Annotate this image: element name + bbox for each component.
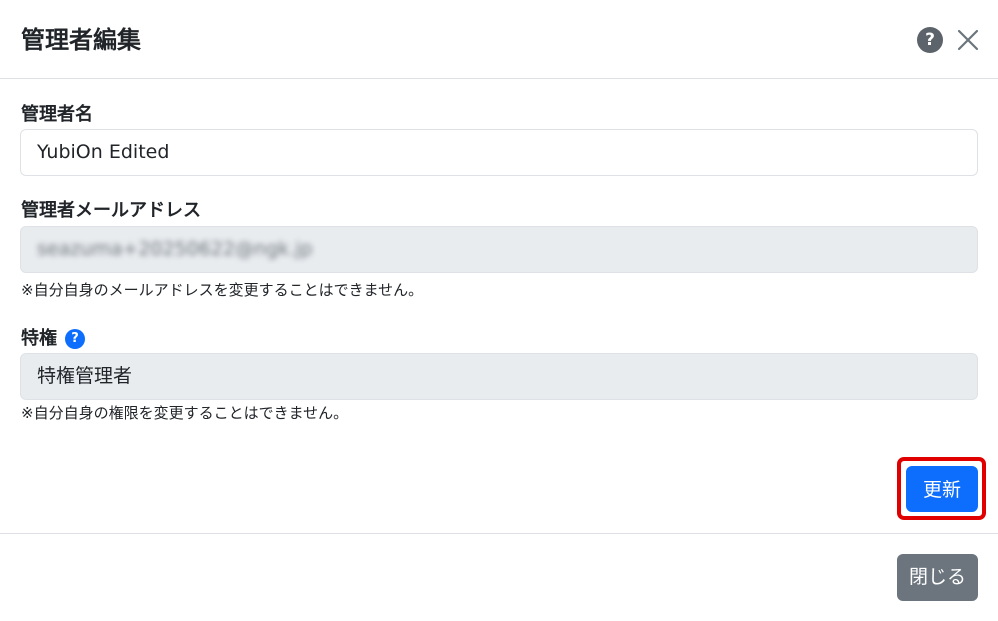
privilege-value: 特権管理者 (37, 365, 133, 387)
privilege-select: 特権管理者 (20, 353, 978, 400)
admin-name-label: 管理者名 (21, 104, 93, 125)
privilege-help-icon[interactable]: ? (65, 329, 85, 349)
modal-title: 管理者編集 (21, 26, 141, 54)
privilege-note: ※自分自身の権限を変更することはできません。 (21, 404, 349, 422)
admin-email-value: seazuma+20250622@ngk.jp (37, 238, 313, 260)
admin-email-input: seazuma+20250622@ngk.jp (20, 226, 978, 273)
admin-edit-modal: 管理者編集 ? 管理者名 YubiOn Edited 管理者メールアドレス se… (0, 0, 998, 621)
admin-name-value: YubiOn Edited (37, 141, 170, 163)
close-button[interactable]: 閉じる (897, 554, 978, 601)
privilege-label: 特権 (21, 328, 57, 349)
modal-header: 管理者編集 ? (0, 0, 998, 79)
admin-email-label: 管理者メールアドレス (21, 200, 201, 221)
question-circle-icon[interactable]: ? (917, 27, 943, 53)
footer-divider (0, 533, 998, 534)
update-button[interactable]: 更新 (906, 466, 978, 512)
close-icon[interactable] (955, 27, 981, 53)
admin-name-input[interactable]: YubiOn Edited (20, 129, 978, 176)
email-note: ※自分自身のメールアドレスを変更することはできません。 (21, 281, 424, 299)
